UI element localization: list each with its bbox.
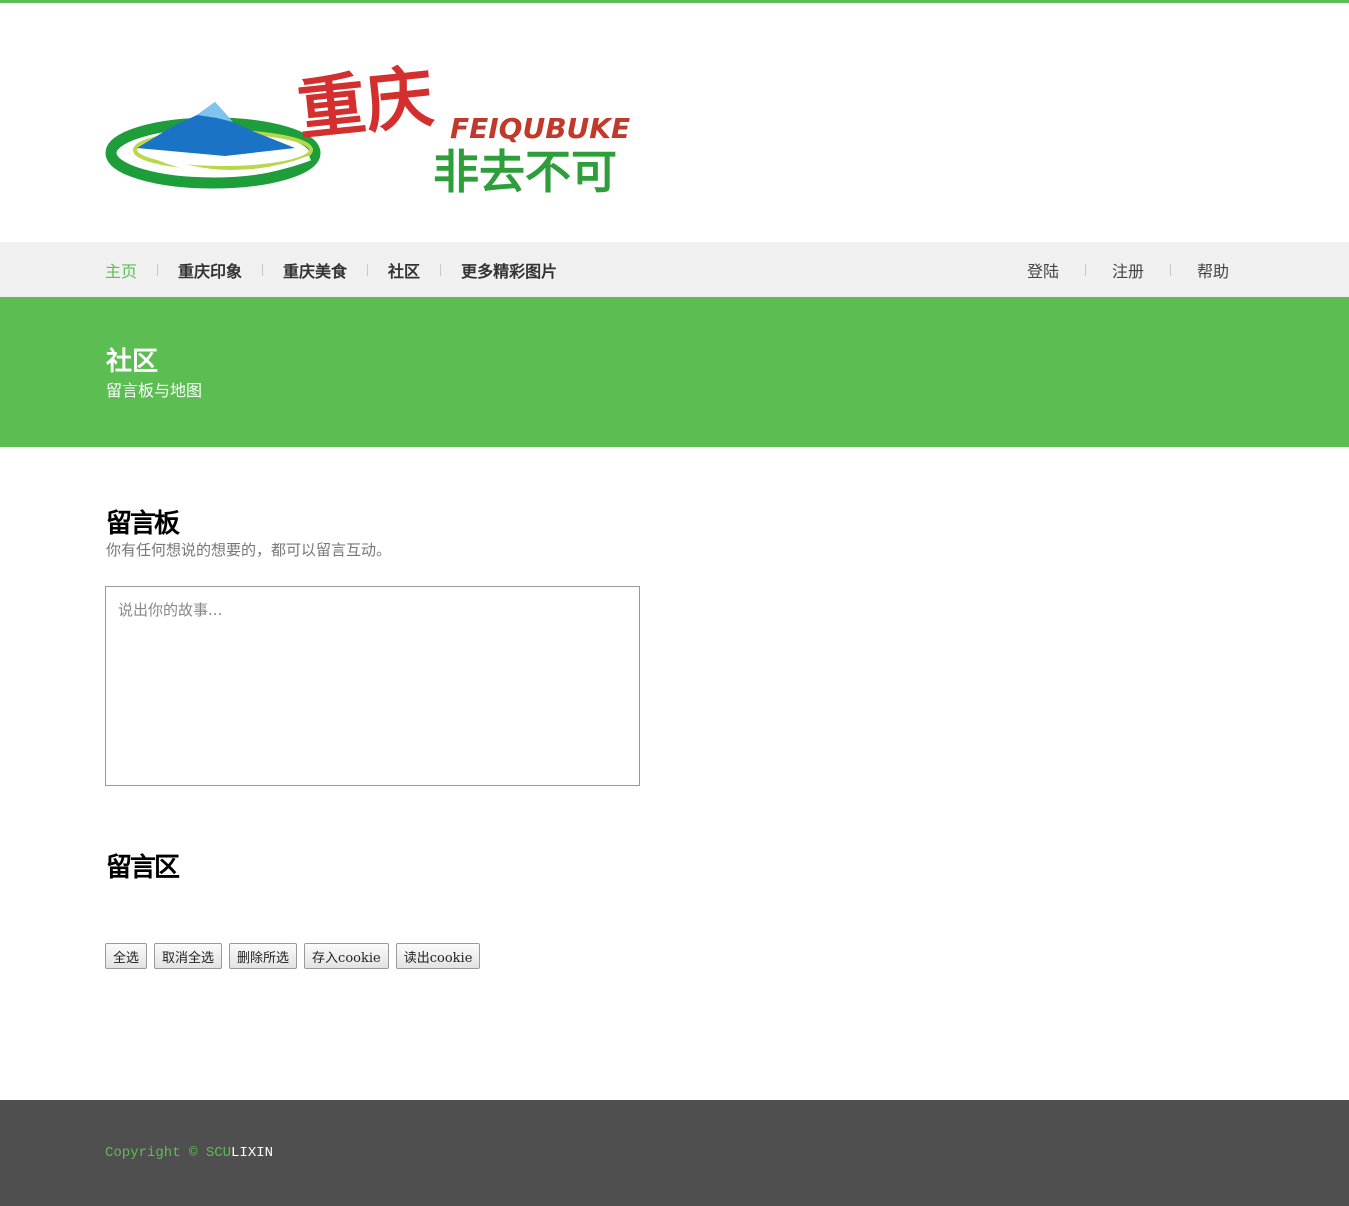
message-board-description: 你有任何想说的想要的，都可以留言互动。 bbox=[106, 541, 392, 559]
logo-brand-en: FEIQUBUKE bbox=[450, 112, 630, 145]
nav-separator bbox=[1084, 263, 1086, 276]
message-actions: 全选 取消全选 删除所选 存入cookie 读出cookie bbox=[105, 943, 481, 969]
nav-primary: 主页 重庆印象 重庆美食 社区 更多精彩图片 bbox=[105, 242, 557, 297]
top-accent-line bbox=[0, 0, 1349, 3]
nav-separator bbox=[440, 263, 442, 276]
nav-separator bbox=[367, 263, 369, 276]
site-logo[interactable]: FEIQUBUKE 重庆 非去不可 bbox=[105, 40, 645, 210]
select-all-button[interactable]: 全选 bbox=[105, 943, 148, 969]
copyright-owner: LIXIN bbox=[231, 1145, 274, 1161]
read-cookie-button[interactable]: 读出cookie bbox=[395, 943, 481, 969]
site-footer: Copyright © SCULIXIN bbox=[0, 1100, 1349, 1206]
nav-item-more-photos[interactable]: 更多精彩图片 bbox=[461, 258, 557, 282]
save-cookie-button[interactable]: 存入cookie bbox=[304, 943, 389, 969]
logo-graphic: FEIQUBUKE 重庆 非去不可 bbox=[105, 57, 630, 199]
nav-item-register[interactable]: 注册 bbox=[1112, 258, 1144, 282]
nav-account: 登陆 注册 帮助 bbox=[1027, 242, 1229, 297]
story-textarea[interactable] bbox=[105, 586, 640, 786]
nav-item-login[interactable]: 登陆 bbox=[1027, 258, 1059, 282]
deselect-all-button[interactable]: 取消全选 bbox=[154, 943, 223, 969]
nav-item-food[interactable]: 重庆美食 bbox=[283, 258, 347, 282]
logo-brand-cn-big: 重庆 bbox=[294, 57, 438, 151]
logo-brand-cn-small: 非去不可 bbox=[433, 145, 617, 199]
page-banner: 社区 留言板与地图 bbox=[0, 297, 1349, 447]
nav-item-help[interactable]: 帮助 bbox=[1197, 258, 1229, 282]
main-navbar: 主页 重庆印象 重庆美食 社区 更多精彩图片 登陆 注册 帮助 bbox=[0, 242, 1349, 297]
nav-item-home[interactable]: 主页 bbox=[105, 258, 137, 282]
nav-item-community[interactable]: 社区 bbox=[388, 258, 420, 282]
message-area-heading: 留言区 bbox=[106, 853, 180, 883]
nav-separator bbox=[1169, 263, 1171, 276]
nav-separator bbox=[157, 263, 159, 276]
nav-separator bbox=[262, 263, 264, 276]
copyright-text: Copyright © SCULIXIN bbox=[105, 1145, 273, 1161]
message-board-heading: 留言板 bbox=[106, 509, 180, 539]
page-subtitle: 留言板与地图 bbox=[106, 381, 203, 400]
delete-selected-button[interactable]: 删除所选 bbox=[229, 943, 298, 969]
copyright-prefix: Copyright © SCU bbox=[105, 1145, 232, 1161]
page-title: 社区 bbox=[106, 347, 159, 377]
nav-item-impression[interactable]: 重庆印象 bbox=[178, 258, 242, 282]
